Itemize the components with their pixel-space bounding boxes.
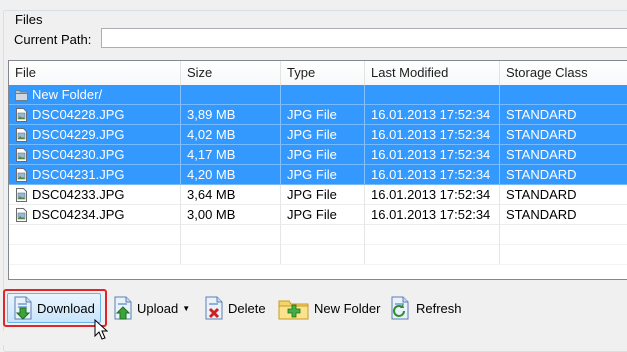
table-cell-storage: STANDARD [500, 125, 627, 145]
mouse-cursor-icon [94, 319, 108, 340]
empty-cell [181, 245, 281, 265]
download-icon [14, 296, 32, 320]
table-cell-name: DSC04229.JPG [9, 125, 181, 145]
table-cell-name: DSC04234.JPG [9, 205, 181, 225]
table-cell-modified: 16.01.2013 17:52:34 [365, 125, 500, 145]
column-header-last-modified[interactable]: Last Modified [365, 61, 500, 85]
upload-label: Upload [137, 300, 179, 316]
table-cell-modified: 16.01.2013 17:52:34 [365, 205, 500, 225]
table-cell-size [181, 85, 281, 105]
current-path-input[interactable] [101, 28, 627, 48]
image-file-icon [16, 128, 27, 142]
table-cell-type: JPG File [281, 205, 365, 225]
table-cell-name: DSC04230.JPG [9, 145, 181, 165]
empty-cell [365, 245, 500, 265]
image-file-icon [16, 188, 27, 202]
table-cell-modified: 16.01.2013 17:52:34 [365, 145, 500, 165]
table-cell-name: DSC04228.JPG [9, 105, 181, 125]
empty-table-row [9, 225, 627, 245]
table-cell-storage: STANDARD [500, 205, 627, 225]
upload-button[interactable]: Upload ▼ [108, 289, 195, 327]
image-file-icon [16, 208, 27, 222]
empty-cell [281, 245, 365, 265]
refresh-button[interactable]: Refresh [385, 289, 467, 327]
refresh-icon [391, 296, 409, 320]
new-folder-icon [278, 300, 309, 320]
column-header-storage-class[interactable]: Storage Class [500, 61, 627, 85]
table-cell-size: 4,20 MB [181, 165, 281, 185]
empty-cell [500, 225, 627, 245]
column-header-size[interactable]: Size [181, 61, 281, 85]
table-cell-size: 3,00 MB [181, 205, 281, 225]
table-row[interactable]: DSC04233.JPG 3,64 MB JPG File 16.01.2013 17… [9, 185, 627, 205]
empty-cell [9, 225, 181, 245]
table-cell-modified: 16.01.2013 17:52:34 [365, 185, 500, 205]
table-cell-size: 4,17 MB [181, 145, 281, 165]
table-header: File Size Type Last Modified Storage Cla… [9, 61, 627, 86]
current-path-label: Current Path: [14, 32, 92, 47]
table-cell-name: DSC04233.JPG [9, 185, 181, 205]
table-cell-size: 3,64 MB [181, 185, 281, 205]
table-cell-size: 4,02 MB [181, 125, 281, 145]
table-row[interactable]: New Folder/ [9, 85, 627, 105]
table-cell-name: New Folder/ [9, 85, 181, 105]
folder-icon [15, 90, 28, 102]
empty-cell [181, 225, 281, 245]
table-cell-type: JPG File [281, 185, 365, 205]
table-cell-size: 3,89 MB [181, 105, 281, 125]
table-cell-type: JPG File [281, 105, 365, 125]
table-cell-modified [365, 85, 500, 105]
files-table[interactable]: File Size Type Last Modified Storage Cla… [8, 60, 627, 280]
image-file-icon [16, 148, 27, 162]
new-folder-label: New Folder [314, 300, 381, 316]
upload-icon [114, 296, 132, 320]
image-file-icon [16, 168, 27, 182]
table-cell-modified: 16.01.2013 17:52:34 [365, 105, 500, 125]
delete-icon [205, 296, 223, 320]
column-header-type[interactable]: Type [281, 61, 365, 85]
table-cell-type [281, 85, 365, 105]
table-row[interactable]: DSC04234.JPG 3,00 MB JPG File 16.01.2013 17… [9, 205, 627, 225]
table-row[interactable]: DSC04229.JPG 4,02 MB JPG File 16.01.2013 17… [9, 125, 627, 145]
download-label: Download [37, 300, 95, 316]
table-cell-storage [500, 85, 627, 105]
table-row[interactable]: DSC04230.JPG 4,17 MB JPG File 16.01.2013 17… [9, 145, 627, 165]
empty-cell [365, 225, 500, 245]
files-group-title: Files [12, 12, 46, 27]
download-button[interactable]: Download [3, 289, 107, 327]
delete-button[interactable]: Delete [199, 289, 271, 327]
table-row[interactable]: DSC04231.JPG 4,20 MB JPG File 16.01.2013 17… [9, 165, 627, 185]
delete-label: Delete [228, 300, 266, 316]
table-cell-storage: STANDARD [500, 185, 627, 205]
table-cell-storage: STANDARD [500, 165, 627, 185]
empty-table-row [9, 245, 627, 265]
empty-cell [500, 245, 627, 265]
refresh-label: Refresh [416, 300, 462, 316]
table-cell-name: DSC04231.JPG [9, 165, 181, 185]
table-cell-storage: STANDARD [500, 105, 627, 125]
table-cell-type: JPG File [281, 145, 365, 165]
column-header-file[interactable]: File [9, 61, 181, 85]
table-cell-type: JPG File [281, 125, 365, 145]
empty-cell [281, 225, 365, 245]
table-cell-storage: STANDARD [500, 145, 627, 165]
table-row[interactable]: DSC04228.JPG 3,89 MB JPG File 16.01.2013 17… [9, 105, 627, 125]
new-folder-button[interactable]: New Folder [273, 289, 385, 327]
table-cell-type: JPG File [281, 165, 365, 185]
image-file-icon [16, 108, 27, 122]
chevron-down-icon[interactable]: ▼ [182, 304, 190, 313]
table-cell-modified: 16.01.2013 17:52:34 [365, 165, 500, 185]
empty-cell [9, 245, 181, 265]
